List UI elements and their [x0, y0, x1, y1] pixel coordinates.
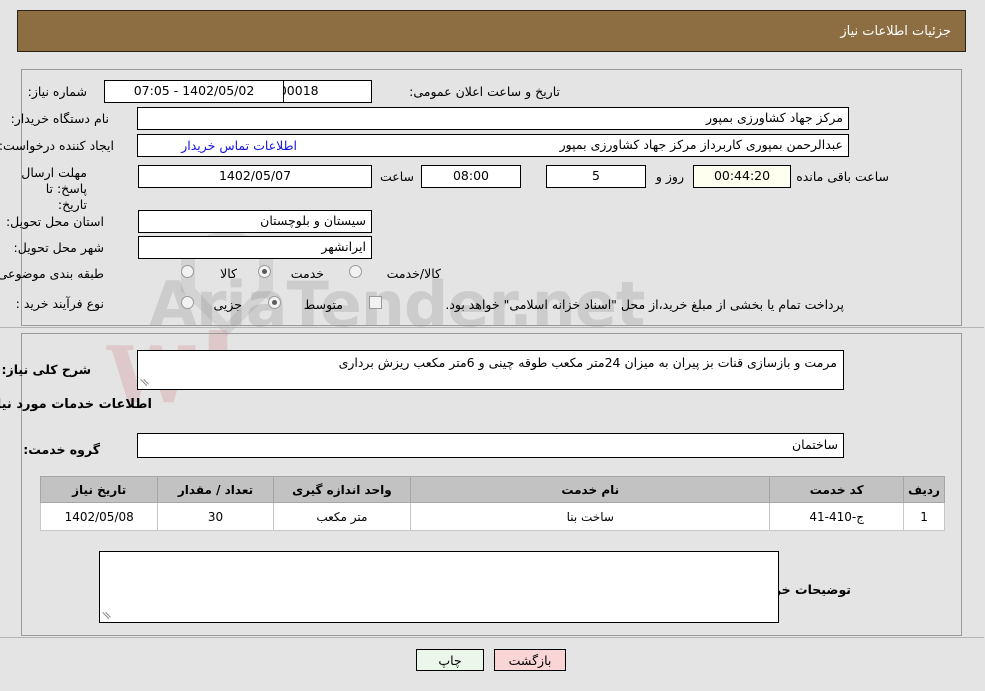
province-value: سیستان و بلوچستان	[139, 210, 373, 233]
section-divider-top	[0, 327, 985, 328]
cell-row-no: 1	[904, 502, 946, 531]
service-items-table-wrap: ردیف کد خدمت نام خدمت واحد اندازه گیری ت…	[40, 476, 946, 531]
buyer-org-label: نام دستگاه خریدار:	[11, 111, 110, 126]
city-value: ایرانشهر	[139, 236, 373, 259]
category-label: طبقه بندی موضوعی:	[0, 266, 105, 281]
table-col-service-code: کد خدمت	[770, 476, 906, 503]
buyer-org-value: مرکز جهاد کشاورزی بمپور	[138, 107, 850, 130]
process-type-radio-motavaset[interactable]	[269, 296, 282, 309]
page-title: جزئیات اطلاعات نیاز	[841, 23, 952, 39]
announce-datetime-value: 1402/05/02 - 07:05	[105, 80, 285, 103]
general-description-value: مرمت و بازسازی قنات بز پیران به میزان 24…	[339, 355, 838, 370]
category-option-label-2: کالا/خدمت	[387, 266, 442, 281]
remaining-days-value: 5	[547, 165, 647, 188]
remaining-days-label: روز و	[656, 169, 685, 184]
deadline-date-value: 1402/05/07	[139, 165, 373, 188]
buyer-notes-textarea[interactable]	[100, 551, 780, 623]
table-col-need-date: تاریخ نیاز	[40, 476, 160, 503]
cell-need-date: 1402/05/08	[40, 502, 160, 531]
table-col-service-name: نام خدمت	[411, 476, 772, 503]
province-label: استان محل تحویل:	[6, 214, 105, 229]
back-button[interactable]: بازگشت	[495, 649, 567, 671]
countdown-timer-value: 00:44:20	[694, 165, 792, 188]
cell-unit: متر مکعب	[273, 502, 413, 531]
service-group-value: ساختمان	[138, 433, 845, 458]
city-label: شهر محل تحویل:	[14, 240, 105, 255]
category-option-label-1: خدمت	[291, 266, 325, 281]
request-creator-label: ایجاد کننده درخواست:	[0, 138, 115, 153]
process-type-option-label-1: متوسط	[304, 297, 344, 312]
treasury-documents-checkbox[interactable]	[370, 296, 383, 309]
process-type-label: نوع فرآیند خرید :	[16, 296, 105, 311]
buyer-contact-link[interactable]: اطلاعات تماس خریدار	[182, 138, 298, 153]
resize-grip-icon[interactable]	[141, 378, 151, 388]
table-col-quantity: تعداد / مقدار	[158, 476, 275, 503]
table-col-row-no: ردیف	[904, 476, 946, 503]
service-items-table: ردیف کد خدمت نام خدمت واحد اندازه گیری ت…	[40, 476, 946, 531]
cell-service-name: ساخت بنا	[411, 502, 772, 531]
deadline-label: مهلت ارسال پاسخ: تا تاریخ:	[22, 165, 88, 212]
page-title-bar: جزئیات اطلاعات نیاز	[18, 10, 967, 52]
table-col-unit: واحد اندازه گیری	[273, 476, 413, 503]
deadline-hour-label: ساعت	[380, 169, 415, 184]
section-divider-bottom	[0, 637, 985, 638]
table-header-row: ردیف کد خدمت نام خدمت واحد اندازه گیری ت…	[40, 476, 946, 503]
print-button[interactable]: چاپ	[417, 649, 485, 671]
general-description-label: شرح کلی نیاز:	[2, 362, 92, 377]
category-radio-kala-khedmat[interactable]	[350, 265, 363, 278]
cell-quantity: 30	[158, 502, 275, 531]
announce-datetime-label: تاریخ و ساعت اعلان عمومی:	[410, 84, 561, 99]
table-row: 1 ج-410-41 ساخت بنا متر مکعب 30 1402/05/…	[40, 502, 946, 531]
general-description-textarea[interactable]: مرمت و بازسازی قنات بز پیران به میزان 24…	[138, 350, 845, 390]
category-radio-kala[interactable]	[182, 265, 195, 278]
process-type-radio-jozi[interactable]	[182, 296, 195, 309]
treasury-note-text: پرداخت تمام یا بخشی از مبلغ خرید،از محل …	[446, 297, 845, 312]
countdown-label: ساعت باقی مانده	[797, 169, 890, 184]
category-radio-khedmat[interactable]	[259, 265, 272, 278]
service-group-label: گروه خدمت:	[24, 442, 101, 457]
services-info-heading: اطلاعات خدمات مورد نیاز	[0, 397, 153, 412]
need-number-label: شماره نیاز:	[28, 84, 88, 99]
deadline-hour-value: 08:00	[422, 165, 522, 188]
process-type-option-label-0: جزیی	[214, 297, 243, 312]
category-option-label-0: کالا	[221, 266, 238, 281]
cell-service-code: ج-410-41	[770, 502, 906, 531]
resize-grip-icon[interactable]	[103, 611, 113, 621]
